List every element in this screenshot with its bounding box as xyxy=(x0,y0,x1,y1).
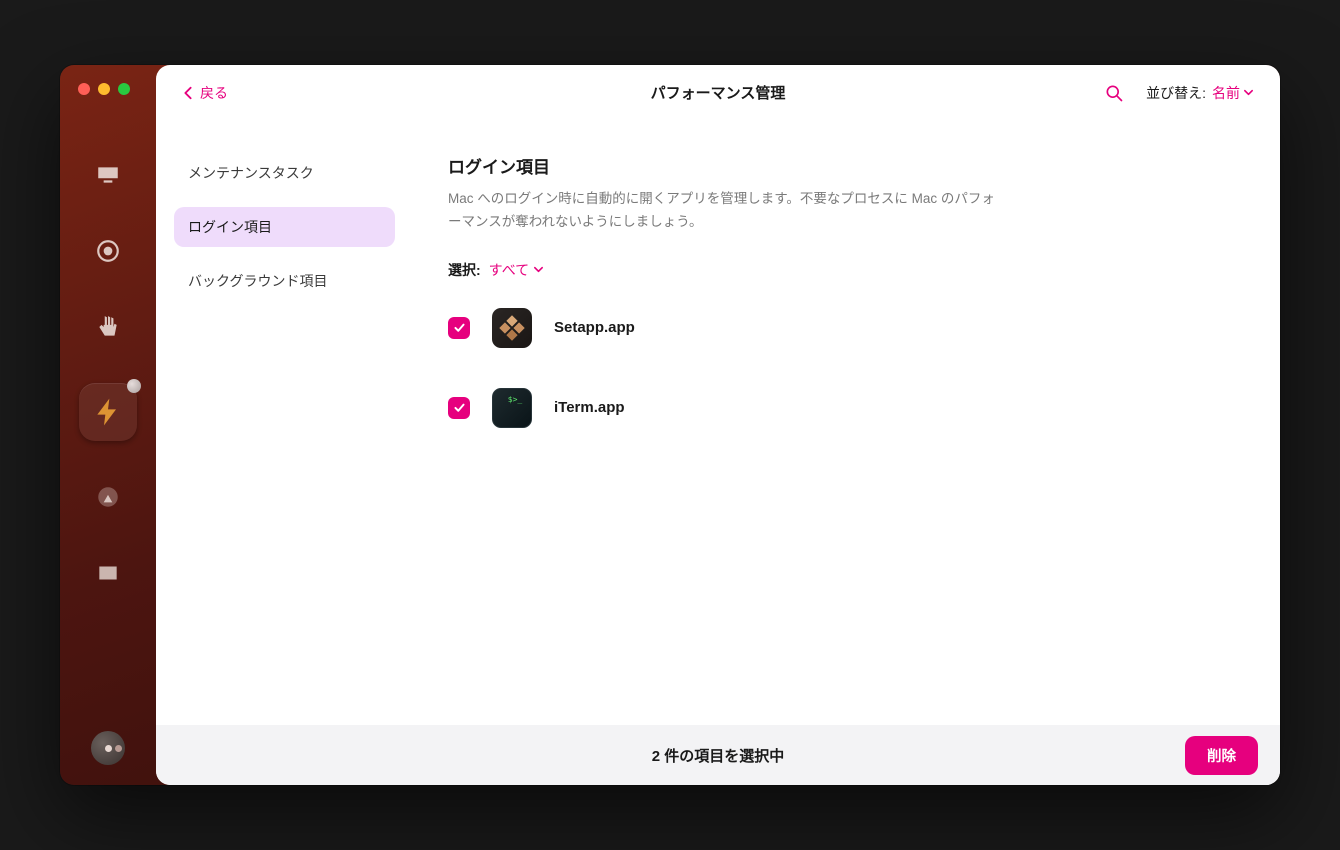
sort-value: 名前 xyxy=(1212,83,1240,103)
nav-files[interactable] xyxy=(88,553,128,593)
app-name: Setapp.app xyxy=(554,319,635,336)
left-rail xyxy=(60,65,156,785)
item-checkbox[interactable] xyxy=(448,317,470,339)
content-pane: ログイン項目 Mac へのログイン時に自動的に開くアプリを管理します。不要なプロ… xyxy=(414,121,1280,725)
sort-label: 並び替え: xyxy=(1146,83,1206,103)
check-icon xyxy=(453,401,466,414)
main-panel: 戻る パフォーマンス管理 並び替え: 名前 メンテナンスタスク ログイ xyxy=(156,65,1280,785)
category-login-items[interactable]: ログイン項目 xyxy=(174,207,395,247)
nav-performance[interactable] xyxy=(79,383,137,441)
window-close-button[interactable] xyxy=(78,83,90,95)
badge-icon xyxy=(95,484,121,510)
selection-status: 2 件の項目を選択中 xyxy=(652,745,785,766)
window-minimize-button[interactable] xyxy=(98,83,110,95)
topbar: 戻る パフォーマンス管理 並び替え: 名前 xyxy=(156,65,1280,121)
footer: 2 件の項目を選択中 削除 xyxy=(156,725,1280,785)
terminal-glyph-icon: $>_ xyxy=(508,395,522,404)
window-maximize-button[interactable] xyxy=(118,83,130,95)
assistant-button[interactable] xyxy=(91,731,125,765)
app-name: iTerm.app xyxy=(554,399,625,416)
window-traffic-lights xyxy=(78,83,130,95)
chevron-down-icon xyxy=(1243,87,1254,98)
list-item: Setapp.app xyxy=(448,308,1246,348)
search-icon xyxy=(1104,83,1124,103)
drive-icon xyxy=(95,560,121,586)
hand-icon xyxy=(95,314,121,340)
search-button[interactable] xyxy=(1104,83,1124,103)
setapp-glyph-icon xyxy=(496,312,527,343)
content-title: ログイン項目 xyxy=(448,153,1246,178)
back-button[interactable]: 戻る xyxy=(182,83,228,103)
nav-applications[interactable] xyxy=(88,477,128,517)
check-icon xyxy=(453,321,466,334)
select-label: 選択: xyxy=(448,260,481,280)
back-label: 戻る xyxy=(200,83,228,103)
select-row: 選択: すべて xyxy=(448,260,1246,280)
nav-privacy[interactable] xyxy=(88,307,128,347)
app-window: 戻る パフォーマンス管理 並び替え: 名前 メンテナンスタスク ログイ xyxy=(60,65,1280,785)
list-item: $>_ iTerm.app xyxy=(448,388,1246,428)
chevron-down-icon xyxy=(533,264,544,275)
select-all-button[interactable]: すべて xyxy=(489,260,544,280)
app-icon-setapp xyxy=(492,308,532,348)
chevron-left-icon xyxy=(182,86,194,100)
page-title: パフォーマンス管理 xyxy=(651,82,786,103)
item-checkbox[interactable] xyxy=(448,397,470,419)
category-pane: メンテナンスタスク ログイン項目 バックグラウンド項目 xyxy=(156,121,414,725)
lightning-bolt-icon xyxy=(92,396,124,428)
nav-cleanup[interactable] xyxy=(88,155,128,195)
sort-control[interactable]: 並び替え: 名前 xyxy=(1146,83,1254,103)
nav-protection[interactable] xyxy=(88,231,128,271)
category-maintenance[interactable]: メンテナンスタスク xyxy=(174,153,395,193)
app-icon-iterm: $>_ xyxy=(492,388,532,428)
category-background-items[interactable]: バックグラウンド項目 xyxy=(174,261,395,301)
monitor-icon xyxy=(95,162,121,188)
content-description: Mac へのログイン時に自動的に開くアプリを管理します。不要なプロセスに Mac… xyxy=(448,188,1008,234)
target-icon xyxy=(95,238,121,264)
delete-button[interactable]: 削除 xyxy=(1185,736,1258,775)
